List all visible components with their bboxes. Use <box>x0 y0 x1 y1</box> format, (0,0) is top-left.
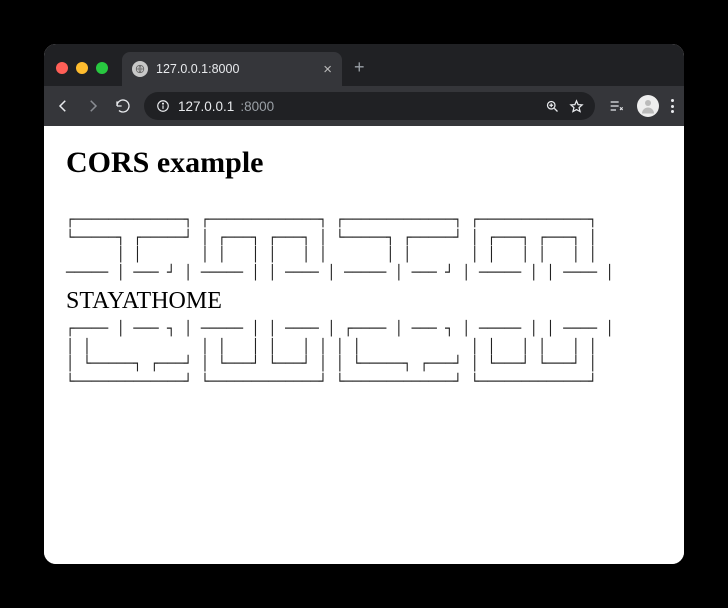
globe-icon <box>132 61 148 77</box>
browser-tab[interactable]: 127.0.0.1:8000 × <box>122 52 342 86</box>
close-tab-icon[interactable]: × <box>323 62 332 77</box>
browser-window: 127.0.0.1:8000 × + 127.0.0.1 :8000 <box>44 44 684 564</box>
menu-icon[interactable] <box>671 99 674 113</box>
tab-title: 127.0.0.1:8000 <box>156 62 315 76</box>
page-content: CORS example ┌─────────────┐ ┌──────────… <box>44 126 684 564</box>
new-tab-button[interactable]: + <box>354 58 365 76</box>
page-title: CORS example <box>66 146 662 180</box>
profile-avatar[interactable] <box>637 95 659 117</box>
url-path: :8000 <box>240 99 274 114</box>
ascii-art-top: ┌─────────────┐ ┌─────────────┐ ┌───────… <box>66 212 662 282</box>
maximize-window-icon[interactable] <box>96 62 108 74</box>
address-bar[interactable]: 127.0.0.1 :8000 <box>144 92 595 120</box>
back-icon[interactable] <box>54 97 72 115</box>
ascii-art-bottom: ┌──── │ ─── ┐ │ ───── │ │ ──── │ ┌──── │… <box>66 321 662 391</box>
window-controls <box>56 62 108 74</box>
center-text: STAYATHOME <box>66 288 662 315</box>
info-icon[interactable] <box>154 97 172 115</box>
toolbar: 127.0.0.1 :8000 <box>44 86 684 126</box>
media-control-icon[interactable] <box>607 97 625 115</box>
forward-icon[interactable] <box>84 97 102 115</box>
minimize-window-icon[interactable] <box>76 62 88 74</box>
close-window-icon[interactable] <box>56 62 68 74</box>
reload-icon[interactable] <box>114 97 132 115</box>
star-icon[interactable] <box>567 97 585 115</box>
tab-strip: 127.0.0.1:8000 × + <box>44 44 684 86</box>
zoom-icon[interactable] <box>543 97 561 115</box>
url-host: 127.0.0.1 <box>178 99 234 114</box>
